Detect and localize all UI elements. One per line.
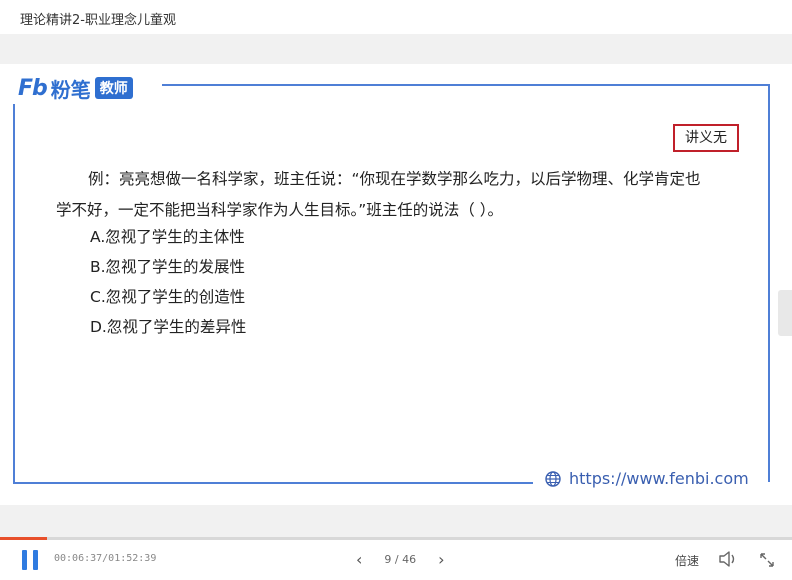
notes-label: 讲义无 [673,124,739,152]
video-letterbox-bottom [0,505,792,537]
time-display: 00:06:37/01:52:39 [54,553,157,564]
frame-border-left [13,104,15,484]
option-c: C.忽视了学生的创造性 [90,288,246,306]
speed-button[interactable]: 倍速 [675,552,699,569]
player-controls: 00:06:37/01:52:39 ‹ 9 / 46 › 倍速 [0,540,792,580]
option-d: D.忽视了学生的差异性 [90,318,247,336]
logo-badge: 教师 [94,77,133,99]
fullscreen-icon[interactable] [758,551,776,569]
option-b: B.忽视了学生的发展性 [90,258,246,276]
page-navigator: ‹ 9 / 46 › [356,550,445,569]
pause-icon-bar-right [33,550,38,570]
page-title: 理论精讲2-职业理念儿童观 [20,13,176,28]
frame-border-top [162,84,770,86]
globe-icon [545,470,561,487]
frame-border-right [768,84,770,482]
title-bar: 理论精讲2-职业理念儿童观 [0,0,792,34]
volume-icon[interactable] [718,550,738,568]
chevron-right-icon[interactable]: › [438,550,444,569]
chevron-left-icon[interactable]: ‹ [356,550,362,569]
lecture-slide: Fb 粉笔 教师 讲义无 例：亮亮想做一名科学家，班主任说：“你现在学数学那么吃… [0,64,792,505]
frame-border-bottom [13,482,533,484]
fenbi-logo: Fb 粉笔 教师 [18,75,133,102]
option-a: A.忽视了学生的主体性 [90,228,245,246]
answer-options: A.忽视了学生的主体性 B.忽视了学生的发展性 C.忽视了学生的创造性 D.忽视… [90,222,246,342]
question-line-1: 例：亮亮想做一名科学家，班主任说：“你现在学数学那么吃力，以后学物理、化学肯定也 [88,170,701,188]
pause-icon-bar-left [22,550,27,570]
question-text: 例：亮亮想做一名科学家，班主任说：“你现在学数学那么吃力，以后学物理、化学肯定也… [56,164,756,226]
page-indicator: 9 / 46 [384,553,417,566]
logo-brand-name: 粉笔 [50,77,91,102]
website-url: https://www.fenbi.com [545,469,749,488]
logo-fb-mark: Fb [18,75,48,101]
pause-button[interactable] [22,550,40,570]
video-letterbox-top [0,34,792,64]
side-panel-tab[interactable] [778,290,792,336]
url-text: https://www.fenbi.com [569,469,749,488]
